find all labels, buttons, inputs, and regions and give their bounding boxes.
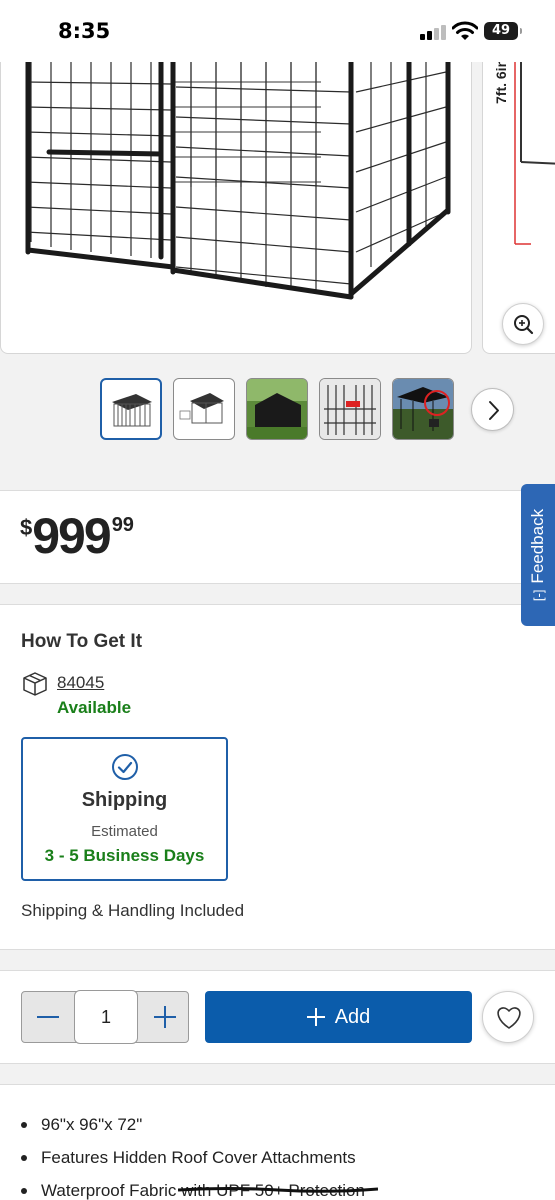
zip-code-link[interactable]: 84045 [57, 673, 104, 693]
shipping-days: 3 - 5 Business Days [44, 846, 205, 865]
wifi-icon [452, 21, 478, 40]
status-time: 8:35 [58, 19, 111, 43]
plus-icon [306, 1008, 325, 1026]
chevron-right-icon [489, 401, 499, 420]
box-icon [23, 672, 47, 696]
shipping-option[interactable]: Shipping Estimated 3 - 5 Business Days [21, 737, 228, 881]
price-section: $ 999 99 [0, 490, 555, 584]
thumbnail-1[interactable] [100, 378, 162, 440]
add-button-label: Add [334, 1005, 371, 1028]
fulfillment-title: How To Get It [21, 631, 143, 652]
favorite-button[interactable] [482, 991, 534, 1043]
fulfillment-section: How To Get It 84045 Available Shipping E… [0, 604, 555, 950]
quantity-input[interactable]: 1 [74, 990, 138, 1044]
increase-quantity-button[interactable] [139, 992, 190, 1042]
shipping-handling-note: Shipping & Handling Included [21, 901, 245, 920]
thumbnail-5[interactable] [392, 378, 454, 440]
zoom-button[interactable] [502, 303, 544, 345]
battery-indicator: 49 [484, 22, 522, 40]
price-cents: 99 [111, 514, 134, 536]
features-section: 96"x 96"x 72" Features Hidden Roof Cover… [0, 1084, 555, 1200]
feedback-icon: [-] [530, 589, 546, 602]
check-circle-icon [112, 754, 138, 780]
thumbnails-next-button[interactable] [471, 388, 514, 431]
thumbnail-strip [100, 378, 460, 442]
thumbnail-2[interactable] [173, 378, 235, 440]
scribble-mark [178, 1187, 378, 1193]
feedback-tab[interactable]: [-] Feedback [521, 484, 555, 626]
thumbnail-4[interactable] [319, 378, 381, 440]
decrease-quantity-button[interactable] [22, 992, 73, 1042]
add-to-cart-button[interactable]: Add [205, 991, 472, 1043]
feature-item: 96"x 96"x 72" [21, 1115, 365, 1148]
shipping-title: Shipping [81, 789, 168, 811]
cellular-signal-icon [420, 24, 446, 40]
product-main-image[interactable] [0, 62, 472, 354]
feature-item: Features Hidden Roof Cover Attachments [21, 1148, 365, 1181]
product-gallery: 7ft. 6in [0, 62, 555, 482]
price-whole: 999 [32, 508, 111, 564]
quantity-stepper: 1 [21, 990, 190, 1044]
availability-status: Available [57, 698, 132, 717]
product-price: $ 999 99 [20, 511, 134, 561]
thumbnail-3[interactable] [246, 378, 308, 440]
zoom-in-icon [514, 315, 534, 335]
status-bar: 8:35 49 [0, 0, 555, 62]
add-to-cart-section: 1 Add [0, 970, 555, 1064]
feedback-label: Feedback [528, 508, 547, 584]
heart-icon [497, 1007, 521, 1029]
shipping-estimated-label: Estimated [91, 823, 158, 840]
price-currency: $ [20, 515, 33, 540]
